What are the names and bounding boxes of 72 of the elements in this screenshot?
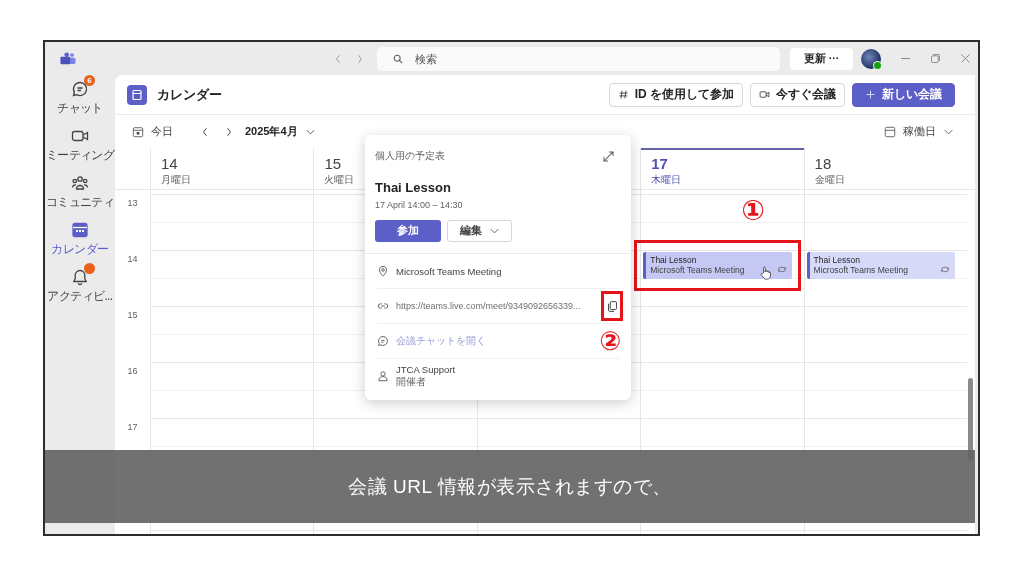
join-with-id-button[interactable]: ID を使用して参加 <box>608 82 743 107</box>
close-icon <box>960 54 970 63</box>
location-text: Microsoft Teams Meeting <box>396 265 502 277</box>
sidebar-item[interactable]: コミュニティ <box>45 173 115 211</box>
hour-label: 17 <box>127 422 138 432</box>
subtitle-text: 会議 URL 情報が表示されますので、 <box>348 474 672 499</box>
hour-label: 13 <box>127 198 138 208</box>
month-selector[interactable]: 2025年4月 <box>245 124 315 139</box>
location-pin-icon <box>377 265 389 277</box>
sidebar-item[interactable]: ミーティング <box>45 126 115 164</box>
day-number: 15 <box>324 155 342 172</box>
event-title: Thai Lesson <box>375 180 452 195</box>
hash-icon <box>617 89 629 100</box>
avatar[interactable] <box>861 48 881 69</box>
sidebar-item[interactable]: カレンダー <box>45 220 115 258</box>
chat-icon <box>70 79 90 99</box>
chevron-left-icon <box>335 53 341 64</box>
copy-icon <box>607 300 617 312</box>
chevron-left-icon <box>202 126 208 137</box>
chevron-right-icon <box>226 126 232 137</box>
expand-icon <box>603 150 614 162</box>
day-number: 18 <box>814 155 832 172</box>
sidebar-item[interactable]: アクティビ... <box>45 267 115 305</box>
weekday-label: 火曜日 <box>324 173 355 186</box>
expand-button[interactable] <box>603 150 615 162</box>
notification-badge: 6 <box>84 75 95 86</box>
calendar-icon <box>70 220 90 240</box>
page-title: カレンダー <box>157 85 222 104</box>
people-icon <box>70 173 90 193</box>
bell-icon <box>70 267 90 287</box>
event-time: 17 April 14:00 – 14:30 <box>375 200 464 210</box>
status-dot-icon <box>874 61 881 69</box>
calendar-app-icon <box>127 84 147 105</box>
callout-number: ② <box>599 328 621 354</box>
hour-label: 15 <box>127 310 138 320</box>
day-number: 17 <box>651 155 668 172</box>
hand-cursor-icon <box>760 266 772 280</box>
calendar-icon <box>884 125 896 138</box>
join-button[interactable]: 参加 <box>375 220 441 242</box>
callout-number: ① <box>741 197 765 225</box>
restore-icon <box>930 54 940 63</box>
edit-button[interactable]: 編集 <box>447 220 512 242</box>
calendar-day-icon <box>132 125 144 138</box>
day-number: 14 <box>161 155 178 172</box>
view-selector[interactable]: 稼働日 <box>884 124 953 139</box>
weekday-label: 木曜日 <box>651 173 682 186</box>
chat-icon <box>377 335 389 347</box>
caret-down-icon <box>305 128 315 135</box>
search-icon <box>393 53 403 64</box>
calendar-event[interactable]: Thai Lesson Microsoft Teams Meeting <box>806 252 955 279</box>
calendar-name: 個人用の予定表 <box>375 149 445 163</box>
search-field[interactable]: 検索 <box>377 46 780 71</box>
weekday-label: 金曜日 <box>814 173 845 186</box>
link-icon <box>377 300 389 312</box>
caret-down-icon <box>944 128 953 135</box>
update-button[interactable]: 更新 ··· <box>790 47 853 70</box>
weekday-label: 月曜日 <box>161 173 191 186</box>
meeting-link[interactable]: https://teams.live.com/meet/9349092656339... <box>396 301 581 311</box>
organizer-name: JTCA Support <box>396 363 456 375</box>
caret-down-icon <box>490 228 499 234</box>
chevron-right-icon <box>357 53 363 64</box>
video-camera-icon <box>759 89 770 100</box>
hour-label: 14 <box>127 254 138 264</box>
person-icon <box>377 370 389 382</box>
hour-label: 16 <box>127 366 138 376</box>
plus-icon <box>865 89 876 100</box>
calendar-event[interactable]: Thai Lesson Microsoft Teams Meeting <box>643 252 792 279</box>
new-meeting-button[interactable]: 新しい会議 <box>852 82 955 107</box>
organizer-role: 開催者 <box>396 375 427 389</box>
today-button[interactable]: 今日 <box>132 124 173 139</box>
meet-now-button[interactable]: 今すぐ会議 <box>750 82 845 107</box>
app-logo-icon <box>60 52 76 65</box>
